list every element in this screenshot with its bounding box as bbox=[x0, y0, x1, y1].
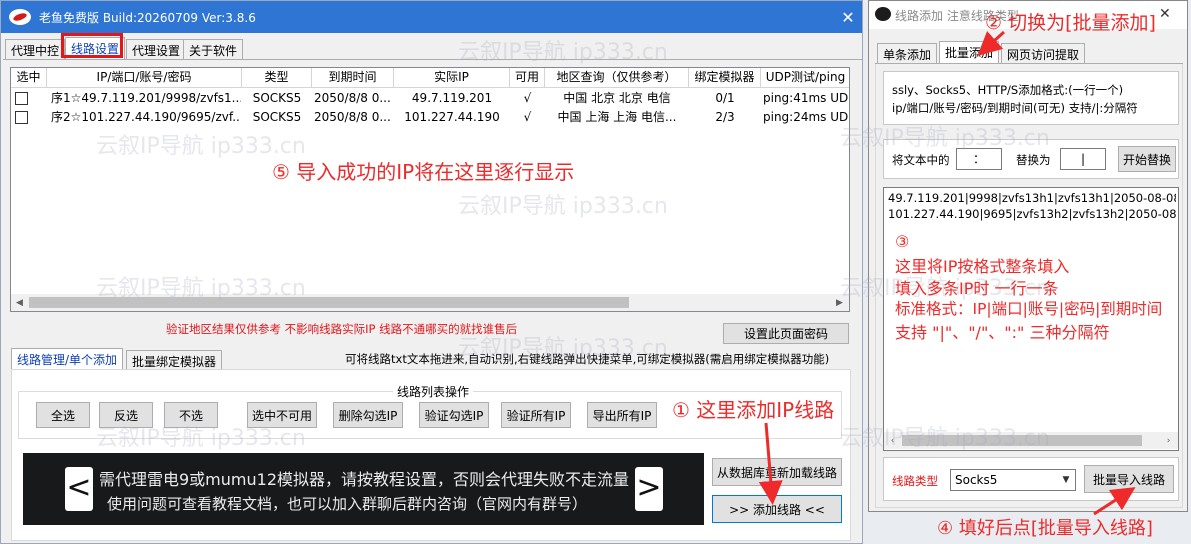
annotation-arrows bbox=[758, 30, 1136, 516]
arrow-step-2 bbox=[977, 30, 1006, 57]
arrow-step-4 bbox=[1093, 487, 1136, 516]
arrow-step-1 bbox=[758, 422, 783, 505]
